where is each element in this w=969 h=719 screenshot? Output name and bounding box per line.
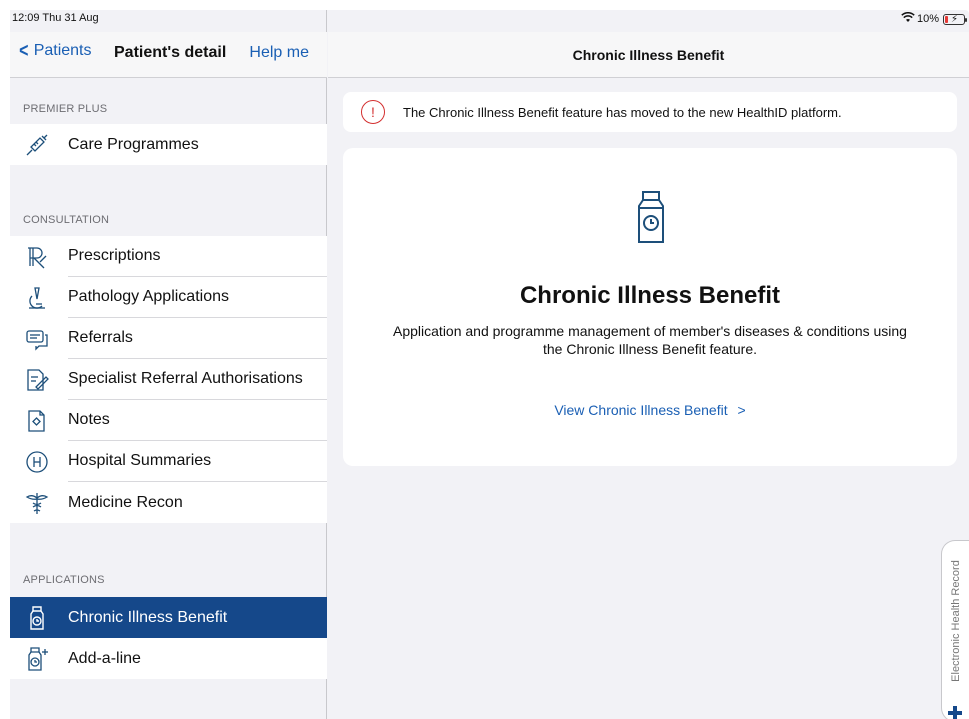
main-nav-bar: Chronic Illness Benefit (328, 32, 969, 78)
sidebar-title: Patient's detail (114, 44, 227, 61)
status-clock: 12:09 (12, 12, 40, 24)
section-header-premier-plus: PREMIER PLUS (23, 103, 108, 115)
sidebar-item-care-programmes[interactable]: Care Programmes (10, 124, 327, 165)
sidebar-item-add-a-line[interactable]: Add-a-line (10, 638, 327, 679)
feature-card: Chronic Illness Benefit Application and … (343, 148, 957, 466)
view-chronic-illness-benefit-link[interactable]: View Chronic Illness Benefit > (343, 402, 957, 418)
sidebar-item-label: Add-a-line (68, 649, 141, 667)
sidebar-item-pathology-applications[interactable]: Pathology Applications (10, 277, 327, 318)
battery-icon: ⚡ (943, 13, 967, 25)
sidebar-item-label: Chronic Illness Benefit (68, 608, 228, 626)
electronic-health-record-tab[interactable]: Electronic Health Record (941, 540, 969, 719)
side-tab-label: Electronic Health Record (950, 560, 962, 682)
help-button[interactable]: Help me (249, 44, 309, 62)
status-date: Thu 31 Aug (42, 12, 99, 24)
sidebar-item-label: Referrals (68, 318, 327, 359)
status-time: 12:09 Thu 31 Aug (12, 12, 99, 24)
sidebar-item-label: Pathology Applications (68, 277, 327, 318)
sidebar-item-prescriptions[interactable]: Prescriptions (10, 236, 327, 277)
medicine-bottle-plus-icon (23, 645, 51, 673)
ipad-screen: < Patients Patient's detail Help me PREM… (10, 10, 969, 719)
exclamation-circle-icon: ! (361, 100, 385, 124)
sidebar-nav-bar: < Patients Patient's detail Help me (10, 32, 327, 78)
sidebar-item-specialist-referral-authorisations[interactable]: Specialist Referral Authorisations (10, 359, 327, 400)
sidebar-item-chronic-illness-benefit[interactable]: Chronic Illness Benefit (10, 597, 327, 638)
notes-icon (23, 407, 51, 435)
section-header-consultation: CONSULTATION (23, 214, 110, 226)
sidebar-item-label: Hospital Summaries (68, 441, 327, 482)
sidebar: < Patients Patient's detail Help me PREM… (10, 10, 327, 719)
main-panel: Chronic Illness Benefit ! The Chronic Il… (328, 32, 969, 719)
wifi-icon (901, 11, 915, 26)
status-bar: 12:09 Thu 31 Aug 10% ⚡ (10, 10, 969, 32)
chevron-right-icon: > (737, 402, 746, 418)
card-title: Chronic Illness Benefit (519, 282, 781, 309)
main-title: Chronic Illness Benefit (572, 46, 725, 63)
sidebar-item-label: Notes (68, 400, 327, 441)
medicine-bottle-icon (631, 186, 671, 246)
rx-icon (23, 243, 51, 271)
chevron-left-icon: < (19, 40, 29, 62)
info-banner: ! The Chronic Illness Benefit feature ha… (343, 92, 957, 132)
hospital-icon (23, 448, 51, 476)
status-right: 10% ⚡ (901, 11, 967, 26)
link-label: View Chronic Illness Benefit (554, 402, 728, 418)
battery-percent: 10% (916, 13, 939, 25)
sidebar-item-notes[interactable]: Notes (10, 400, 327, 441)
sidebar-item-label: Prescriptions (68, 236, 327, 277)
group-applications: Chronic Illness Benefit Add-a-line (10, 597, 327, 679)
sidebar-item-medicine-recon[interactable]: Medicine Recon (10, 482, 327, 523)
back-label: Patients (33, 42, 92, 59)
microscope-icon (23, 284, 51, 312)
sidebar-item-hospital-summaries[interactable]: Hospital Summaries (10, 441, 327, 482)
medicine-bottle-icon (23, 604, 51, 632)
sidebar-item-referrals[interactable]: Referrals (10, 318, 327, 359)
back-button[interactable]: < Patients (18, 40, 92, 62)
group-consultation: Prescriptions Pathology Applications Ref… (10, 236, 327, 523)
card-description: Application and programme management of … (393, 323, 907, 357)
sidebar-item-label: Medicine Recon (68, 493, 183, 511)
section-header-applications: APPLICATIONS (23, 574, 105, 586)
sidebar-item-label: Specialist Referral Authorisations (68, 359, 327, 400)
group-premier-plus: Care Programmes (10, 124, 327, 165)
banner-text: The Chronic Illness Benefit feature has … (403, 104, 842, 120)
plus-icon (947, 705, 963, 719)
chat-icon (23, 325, 51, 353)
syringe-icon (23, 131, 51, 159)
sidebar-item-label: Care Programmes (68, 135, 199, 153)
caduceus-icon (23, 489, 51, 517)
document-edit-icon (23, 366, 51, 394)
